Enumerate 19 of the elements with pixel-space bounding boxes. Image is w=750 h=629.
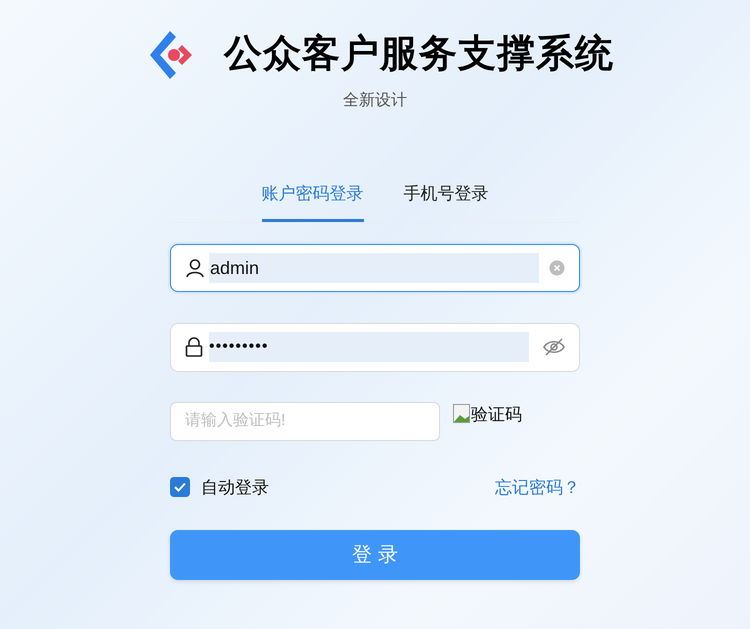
auto-login-label: 自动登录 (201, 476, 269, 498)
login-tab[interactable]: 账户密码登录 (262, 181, 364, 222)
clear-icon[interactable] (549, 260, 565, 276)
check-icon (174, 482, 186, 492)
app-title: 公众客户服务支撑系统 (224, 32, 614, 77)
captcha-image-alt: 验证码 (471, 404, 522, 426)
password-value: ••••••••• (209, 332, 529, 362)
user-icon (185, 258, 205, 278)
broken-image-icon (453, 404, 471, 424)
captcha-field[interactable]: 请输入验证码! (170, 402, 440, 440)
app-subtitle: 全新设计 (343, 90, 407, 111)
username-field[interactable]: admin (170, 244, 580, 292)
lock-icon (185, 337, 203, 357)
eye-hidden-icon[interactable] (543, 338, 565, 356)
password-field[interactable]: ••••••••• (170, 322, 580, 372)
username-value: admin (209, 252, 539, 282)
login-tab[interactable]: 手机号登录 (404, 181, 488, 222)
auto-login-checkbox[interactable] (170, 477, 190, 498)
forgot-password-link[interactable]: 忘记密码？ (495, 474, 580, 500)
